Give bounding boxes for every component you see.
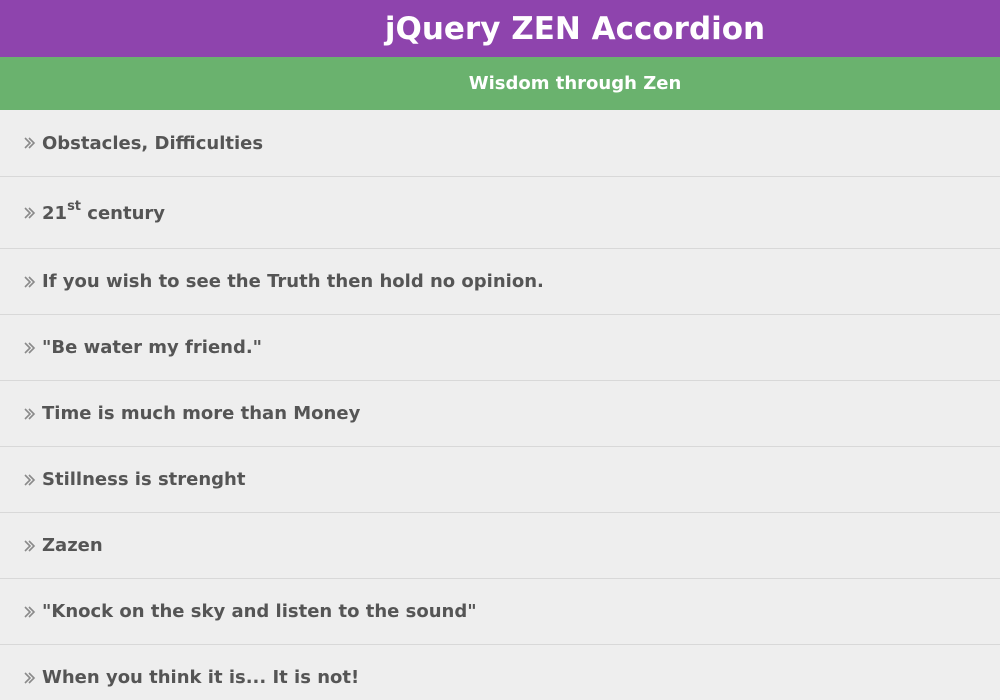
accordion-item-21st-century[interactable]: 21st century [0,177,1000,249]
double-chevron-right-icon [22,604,38,620]
accordion-item-knock[interactable]: "Knock on the sky and listen to the soun… [0,579,1000,645]
subtitle-bar: Wisdom through Zen [0,57,1000,110]
accordion-item-stillness[interactable]: Stillness is strenght [0,447,1000,513]
double-chevron-right-icon [22,538,38,554]
accordion-item-truth[interactable]: If you wish to see the Truth then hold n… [0,249,1000,315]
page-title: jQuery ZEN Accordion [384,10,766,47]
accordion-item-label: When you think it is... It is not! [42,667,360,688]
accordion-item-time[interactable]: Time is much more than Money [0,381,1000,447]
accordion-item-obstacles[interactable]: Obstacles, Difficulties [0,110,1000,177]
label-rest: century [81,203,166,224]
accordion-item-label: Time is much more than Money [42,403,361,424]
accordion-item-label: Zazen [42,535,103,556]
accordion-item-label: "Knock on the sky and listen to the soun… [42,601,477,622]
accordion-item-label: Stillness is strenght [42,469,246,490]
page-title-bar: jQuery ZEN Accordion [0,0,1000,57]
accordion-item-label: If you wish to see the Truth then hold n… [42,271,544,292]
accordion-item-water[interactable]: "Be water my friend." [0,315,1000,381]
double-chevron-right-icon [22,406,38,422]
accordion: Obstacles, Difficulties 21st century If … [0,110,1000,700]
double-chevron-right-icon [22,670,38,686]
double-chevron-right-icon [22,340,38,356]
subtitle: Wisdom through Zen [468,73,682,94]
label-superscript: st [67,199,82,214]
label-number: 21 [42,203,68,224]
double-chevron-right-icon [22,135,38,151]
double-chevron-right-icon [22,205,38,221]
accordion-item-zazen[interactable]: Zazen [0,513,1000,579]
accordion-item-label: Obstacles, Difficulties [42,132,264,154]
accordion-item-label: 21st century [42,199,166,224]
double-chevron-right-icon [22,472,38,488]
accordion-item-think[interactable]: When you think it is... It is not! [0,645,1000,700]
double-chevron-right-icon [22,274,38,290]
accordion-item-label: "Be water my friend." [42,337,263,358]
